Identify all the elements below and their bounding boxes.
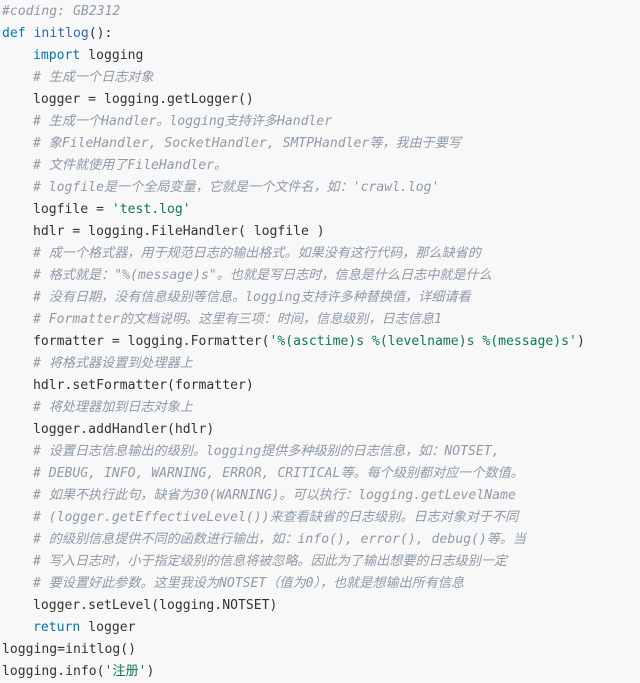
code-text: formatter = logging.Formatter(	[33, 334, 270, 349]
code-text: logging=initlog()	[2, 642, 137, 657]
code-line-comment: # Formatter的文档说明。这里有三项：时间，信息级别，日志信息1	[0, 309, 640, 331]
comment: # 写入日志时，小于指定级别的信息将被忽略。因此为了输出想要的日志级别一定	[33, 554, 508, 569]
comment: # 设置日志信息输出的级别。logging提供多种级别的日志信息，如：NOTSE…	[33, 444, 500, 459]
comment: # 生成一个Handler。logging支持许多Handler	[33, 114, 333, 129]
comment: #coding: GB2312	[2, 4, 121, 19]
comment: # 将格式器设置到处理器上	[33, 356, 193, 371]
code-text: logger	[80, 620, 136, 635]
code-line-comment: # 设置日志信息输出的级别。logging提供多种级别的日志信息，如：NOTSE…	[0, 441, 640, 463]
code-line-return: return logger	[0, 617, 640, 639]
comment: # 如果不执行此句，缺省为30(WARNING)。可以执行：logging.ge…	[33, 488, 516, 503]
comment: # 格式就是："%(message)s"。也就是写日志时，信息是什么日志中就是什…	[33, 268, 492, 283]
code-text: )	[576, 334, 585, 349]
comment: # Formatter的文档说明。这里有三项：时间，信息级别，日志信息1	[33, 312, 442, 327]
code-line-setformatter: hdlr.setFormatter(formatter)	[0, 375, 640, 397]
code-line-comment: # 将处理器加到日志对象上	[0, 397, 640, 419]
code-line-comment: # 写入日志时，小于指定级别的信息将被忽略。因此为了输出想要的日志级别一定	[0, 551, 640, 573]
code-line-logfile: logfile = 'test.log'	[0, 199, 640, 221]
code-block: #coding: GB2312 def initlog(): import lo…	[0, 0, 640, 680]
code-text: logger = logging.getLogger()	[33, 92, 254, 107]
code-line-comment: # logfile是一个全局变量，它就是一个文件名，如：'crawl.log'	[0, 177, 640, 199]
comment: # 成一个格式器，用于规范日志的输出格式。如果没有这行代码，那么缺省的	[33, 246, 481, 261]
code-text: ():	[88, 26, 113, 41]
code-line-def: def initlog():	[0, 23, 640, 45]
code-text: logging.info(	[2, 664, 105, 679]
code-line-comment: # 要设置好此参数。这里我设为NOTSET（值为0），也就是想输出所有信息	[0, 573, 640, 595]
code-line-comment: # DEBUG, INFO, WARNING, ERROR, CRITICAL等…	[0, 463, 640, 485]
comment: # 生成一个日志对象	[33, 70, 154, 85]
comment: # 文件就使用了FileHandler。	[33, 158, 228, 173]
code-line-getlogger: logger = logging.getLogger()	[0, 89, 640, 111]
keyword: import	[33, 48, 81, 63]
code-line-comment: # 格式就是："%(message)s"。也就是写日志时，信息是什么日志中就是什…	[0, 265, 640, 287]
code-line-comment: # 如果不执行此句，缺省为30(WARNING)。可以执行：logging.ge…	[0, 485, 640, 507]
comment: # 的级别信息提供不同的函数进行输出，如：info(), error(), de…	[33, 532, 527, 547]
code-line-comment: # 象FileHandler, SocketHandler, SMTPHandl…	[0, 133, 640, 155]
comment: # 要设置好此参数。这里我设为NOTSET（值为0），也就是想输出所有信息	[33, 576, 465, 591]
code-line-formatter: formatter = logging.Formatter('%(asctime…	[0, 331, 640, 353]
code-line-import: import logging	[0, 45, 640, 67]
comment: # 象FileHandler, SocketHandler, SMTPHandl…	[33, 136, 461, 151]
code-line-comment: # 文件就使用了FileHandler。	[0, 155, 640, 177]
code-text: logger.addHandler(hdlr)	[33, 422, 215, 437]
code-line-comment: # 生成一个Handler。logging支持许多Handler	[0, 111, 640, 133]
comment: # DEBUG, INFO, WARNING, ERROR, CRITICAL等…	[33, 466, 524, 481]
keyword: def	[2, 26, 26, 41]
code-text: logfile =	[33, 202, 112, 217]
code-line-addhandler: logger.addHandler(hdlr)	[0, 419, 640, 441]
comment: # 将处理器加到日志对象上	[33, 400, 193, 415]
comment: # 没有日期，没有信息级别等信息。logging支持许多种替换值，详细请看	[33, 290, 471, 305]
code-text: logger.setLevel(logging.NOTSET)	[33, 598, 278, 613]
string-literal: 'test.log'	[111, 202, 191, 217]
code-line-setlevel: logger.setLevel(logging.NOTSET)	[0, 595, 640, 617]
code-line-comment: # 将格式器设置到处理器上	[0, 353, 640, 375]
code-text: hdlr.setFormatter(formatter)	[33, 378, 254, 393]
string-literal: '注册'	[104, 664, 147, 679]
code-line-coding: #coding: GB2312	[0, 1, 640, 23]
comment: # (logger.getEffectiveLevel())来查看缺省的日志级别…	[33, 510, 519, 525]
string-literal: '%(asctime)s %(levelname)s %(message)s'	[269, 334, 577, 349]
comment: # logfile是一个全局变量，它就是一个文件名，如：'crawl.log'	[33, 180, 440, 195]
code-text: )	[146, 664, 155, 679]
code-text: logging	[80, 48, 144, 63]
code-text: hdlr = logging.FileHandler( logfile )	[33, 224, 325, 239]
code-line-comment: # 生成一个日志对象	[0, 67, 640, 89]
code-line-hdlr: hdlr = logging.FileHandler( logfile )	[0, 221, 640, 243]
code-line-comment: # 成一个格式器，用于规范日志的输出格式。如果没有这行代码，那么缺省的	[0, 243, 640, 265]
keyword: return	[33, 620, 81, 635]
code-line-call: logging=initlog()	[0, 639, 640, 661]
code-line-comment: # (logger.getEffectiveLevel())来查看缺省的日志级别…	[0, 507, 640, 529]
code-line-comment: # 的级别信息提供不同的函数进行输出，如：info(), error(), de…	[0, 529, 640, 551]
function-name: initlog	[33, 26, 89, 41]
code-line-comment: # 没有日期，没有信息级别等信息。logging支持许多种替换值，详细请看	[0, 287, 640, 309]
